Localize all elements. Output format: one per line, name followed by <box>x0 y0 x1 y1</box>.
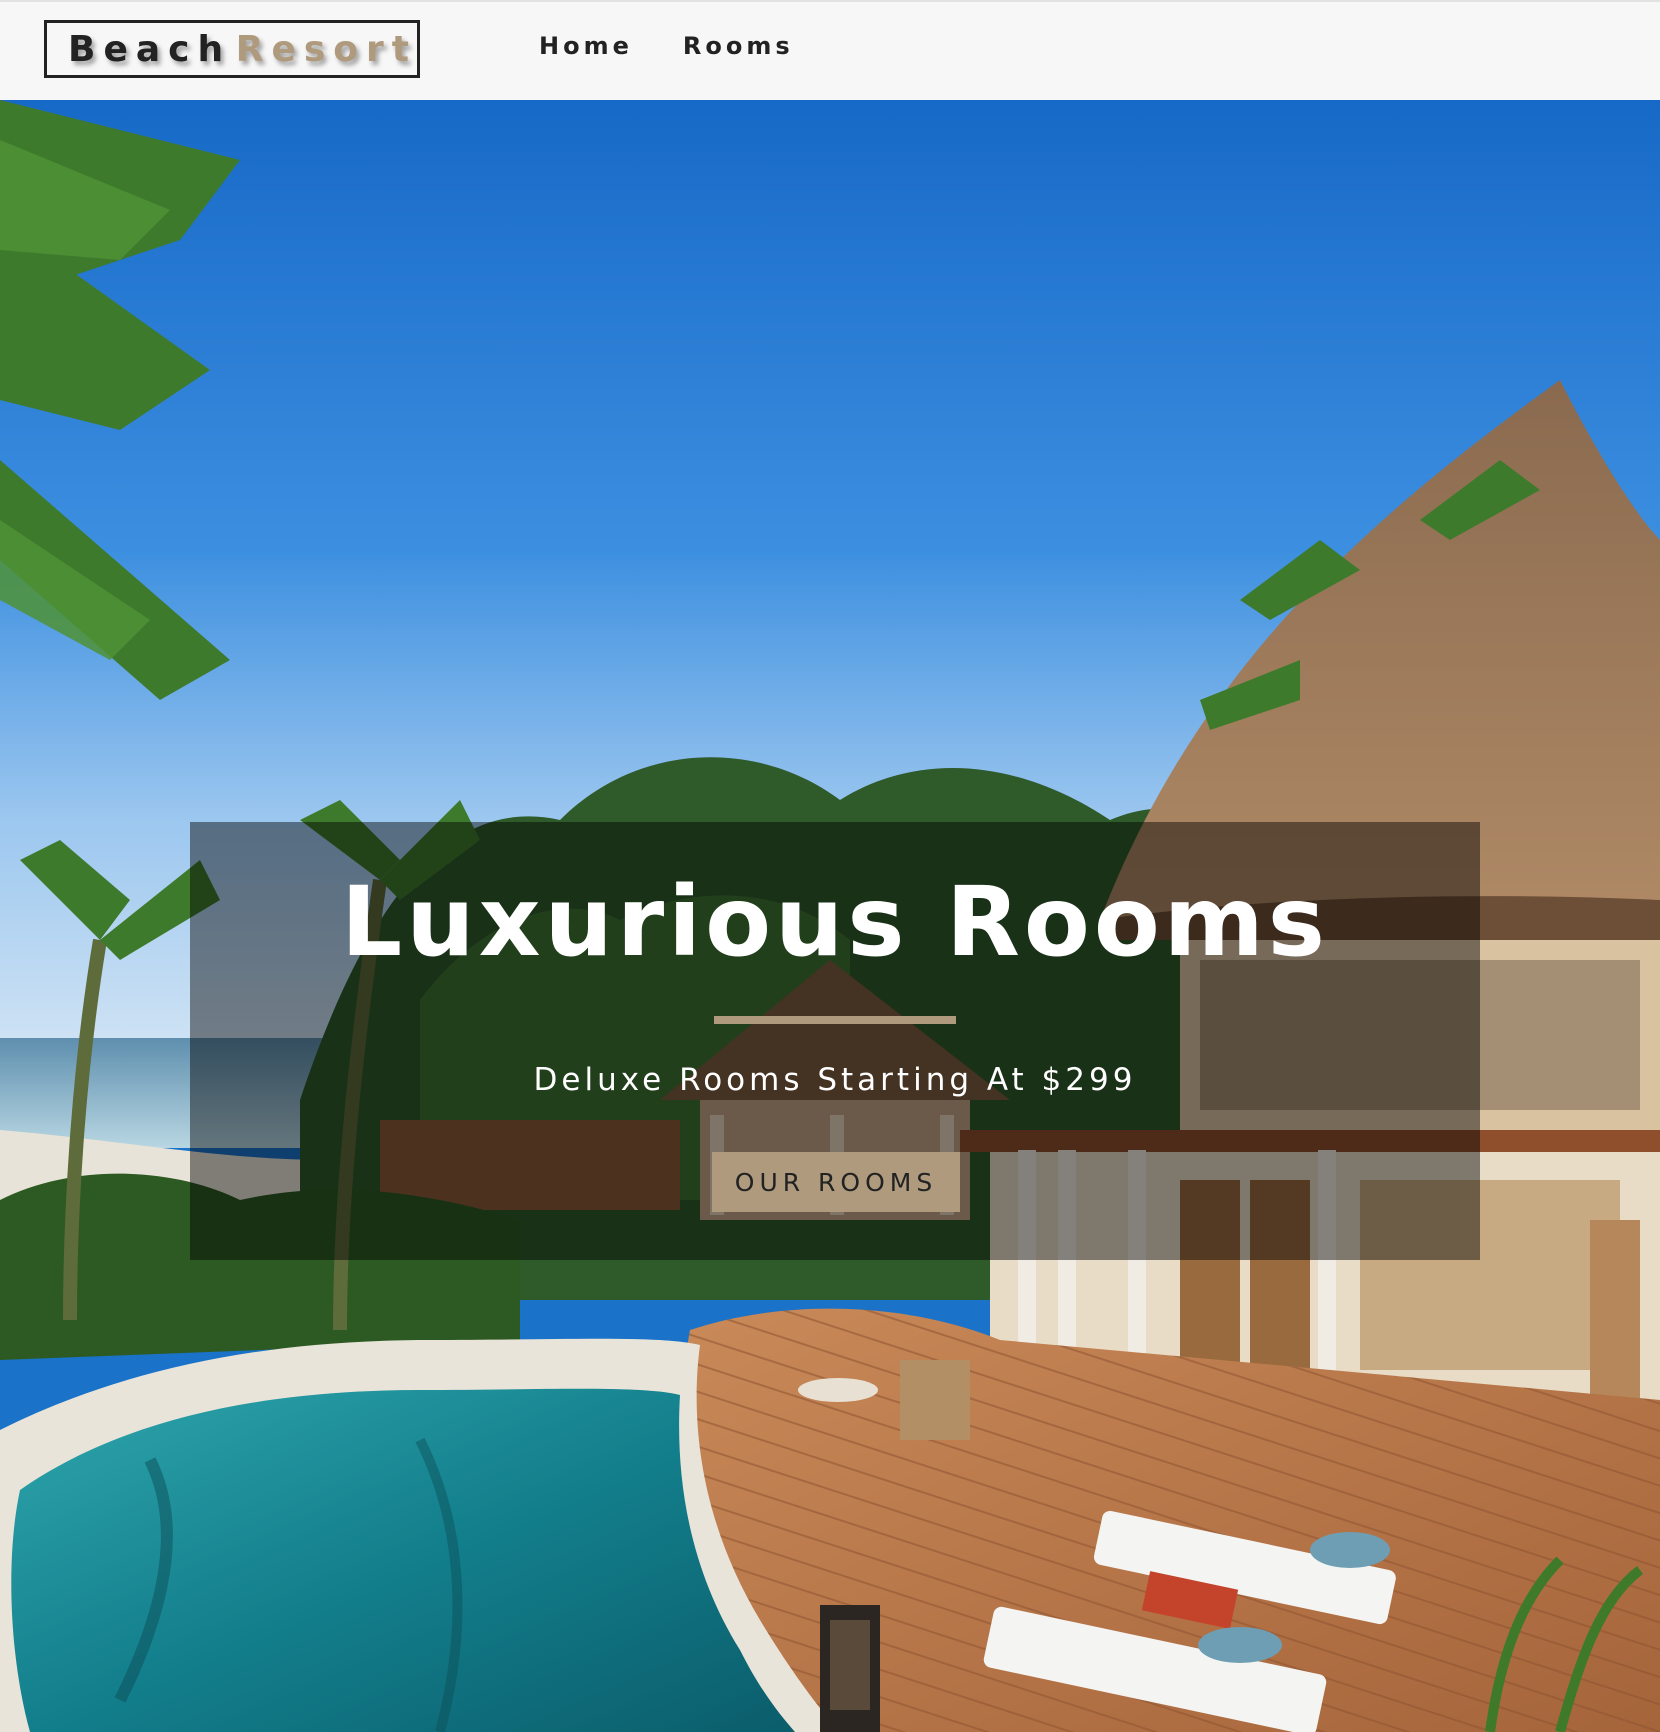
hero-title: Luxurious Rooms <box>341 866 1329 978</box>
title-underline <box>714 1016 956 1024</box>
logo-word-beach: Beach <box>68 28 232 70</box>
hero-section: Luxurious Rooms Deluxe Rooms Starting At… <box>0 100 1660 1732</box>
nav-link-rooms[interactable]: Rooms <box>683 32 794 60</box>
hero-subtitle: Deluxe Rooms Starting At $299 <box>533 1062 1137 1098</box>
main-nav: Home Rooms <box>539 32 794 60</box>
our-rooms-button[interactable]: OUR ROOMS <box>712 1152 960 1212</box>
site-logo[interactable]: Beach Resort <box>44 20 420 78</box>
nav-link-home[interactable]: Home <box>539 32 633 60</box>
navbar: Beach Resort Home Rooms <box>0 0 1660 100</box>
logo-word-resort: Resort <box>235 28 417 70</box>
hero-banner: Luxurious Rooms Deluxe Rooms Starting At… <box>190 822 1480 1260</box>
